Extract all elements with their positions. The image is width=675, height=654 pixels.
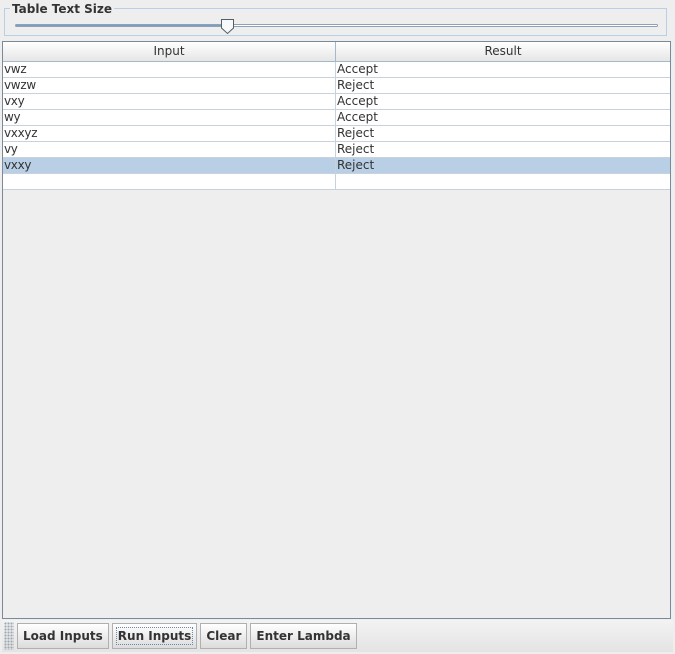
clear-button[interactable]: Clear xyxy=(200,623,248,649)
input-cell[interactable]: vy xyxy=(3,142,336,157)
input-cell[interactable]: vwz xyxy=(3,62,336,77)
table-row-empty[interactable] xyxy=(3,174,670,190)
toolbar: Load Inputs Run Inputs Clear Enter Lambd… xyxy=(2,620,673,652)
input-cell[interactable]: vxy xyxy=(3,94,336,109)
result-cell[interactable]: Accept xyxy=(336,94,670,109)
clear-label: Clear xyxy=(206,629,242,643)
result-cell[interactable]: Reject xyxy=(336,78,670,93)
table-header: Input Result xyxy=(3,42,670,62)
table-row[interactable]: vxxy Reject xyxy=(3,158,670,174)
slider-fill xyxy=(16,25,228,26)
toolbar-grip[interactable] xyxy=(4,622,14,650)
table-text-size-group: Table Text Size xyxy=(4,2,667,36)
result-cell[interactable]: Reject xyxy=(336,126,670,141)
column-header-result[interactable]: Result xyxy=(336,42,670,61)
load-inputs-label: Load Inputs xyxy=(23,629,103,643)
enter-lambda-button[interactable]: Enter Lambda xyxy=(250,623,357,649)
input-cell[interactable] xyxy=(3,174,336,189)
input-cell[interactable]: vwzw xyxy=(3,78,336,93)
enter-lambda-label: Enter Lambda xyxy=(256,629,351,643)
result-cell[interactable]: Accept xyxy=(336,62,670,77)
slider-track[interactable] xyxy=(15,24,658,27)
result-cell[interactable]: Reject xyxy=(336,142,670,157)
table-row[interactable]: vxy Accept xyxy=(3,94,670,110)
table-row[interactable]: vwzw Reject xyxy=(3,78,670,94)
table-text-size-label: Table Text Size xyxy=(10,2,115,16)
column-header-input[interactable]: Input xyxy=(3,42,336,61)
input-cell[interactable]: wy xyxy=(3,110,336,125)
run-inputs-label: Run Inputs xyxy=(115,627,194,645)
load-inputs-button[interactable]: Load Inputs xyxy=(17,623,109,649)
input-cell[interactable]: vxxyz xyxy=(3,126,336,141)
run-inputs-button[interactable]: Run Inputs xyxy=(111,623,198,649)
input-cell[interactable]: vxxy xyxy=(3,158,336,173)
table-row[interactable]: wy Accept xyxy=(3,110,670,126)
slider-thumb[interactable] xyxy=(220,18,235,35)
result-cell[interactable]: Reject xyxy=(336,158,670,173)
result-cell[interactable]: Accept xyxy=(336,110,670,125)
table-row[interactable]: vy Reject xyxy=(3,142,670,158)
table-body: vwz Accept vwzw Reject vxy Accept wy Acc… xyxy=(3,62,670,190)
table-row[interactable]: vwz Accept xyxy=(3,62,670,78)
table-row[interactable]: vxxyz Reject xyxy=(3,126,670,142)
inputs-table: Input Result vwz Accept vwzw Reject vxy … xyxy=(2,41,671,619)
result-cell[interactable] xyxy=(336,174,670,189)
